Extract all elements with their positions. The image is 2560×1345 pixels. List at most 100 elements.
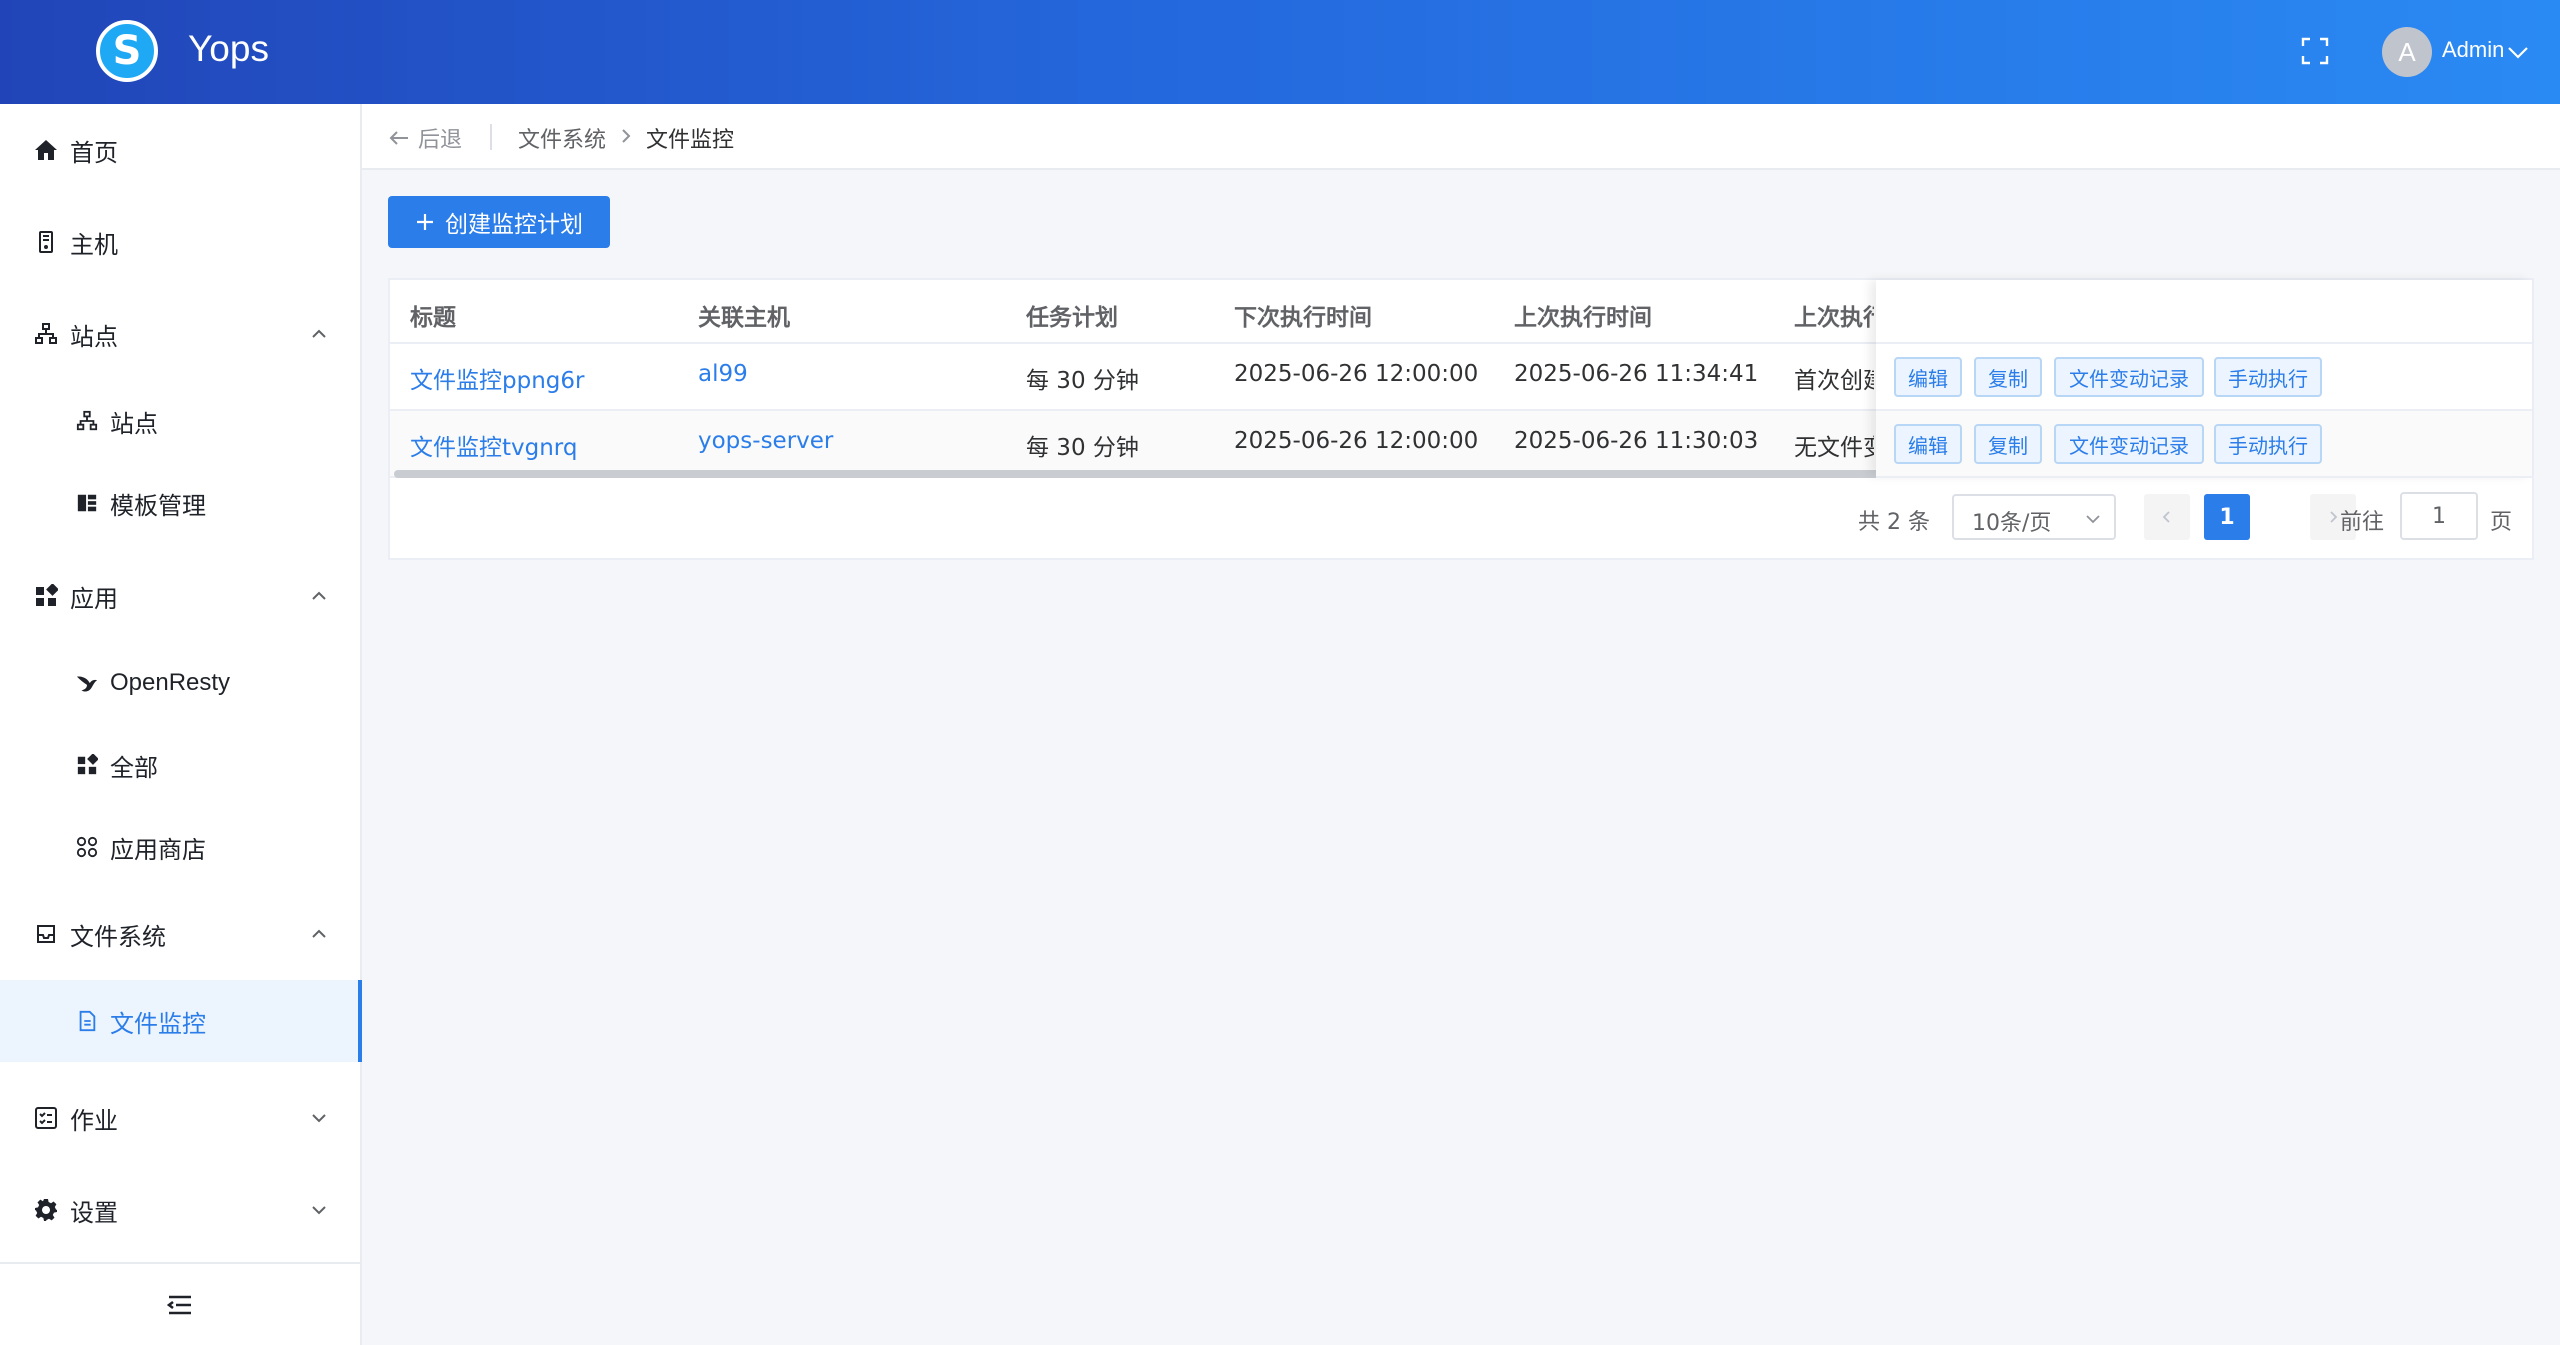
page-number-current[interactable]: 1 — [2204, 494, 2250, 540]
sidebar-item-label: OpenResty — [110, 669, 231, 696]
copy-button[interactable]: 复制 — [1974, 357, 2042, 397]
sidebar-item-label: 站点 — [70, 322, 118, 351]
row-schedule: 每 30 分钟 — [1026, 435, 1139, 461]
sidebar-item-all-apps[interactable]: 全部 — [0, 724, 360, 806]
back-button[interactable]: 后退 — [388, 122, 462, 154]
logo-glyph: S — [112, 28, 142, 74]
prev-page-button[interactable] — [2144, 494, 2190, 540]
column-header-title: 标题 — [410, 305, 456, 331]
chevron-down-icon — [312, 1206, 326, 1215]
table-row-actions: 编辑 复制 文件变动记录 手动执行 — [1876, 411, 2532, 478]
sidebar-item-label: 文件系统 — [70, 922, 166, 951]
chevron-right-icon — [2330, 511, 2338, 523]
column-header-last-result: 上次执行 — [1794, 305, 1874, 331]
sidebar-item-site-list[interactable]: 站点 — [0, 380, 360, 462]
sidebar-item-label: 站点 — [110, 409, 158, 438]
breadcrumb-item-filesystem[interactable]: 文件系统 — [518, 122, 606, 154]
copy-button[interactable]: 复制 — [1974, 424, 2042, 464]
arrow-left-icon — [389, 131, 408, 145]
gear-icon — [35, 1199, 57, 1221]
file-change-records-button[interactable]: 文件变动记录 — [2054, 357, 2204, 397]
sitemap-icon — [35, 323, 57, 344]
row-host-link[interactable]: yops-server — [698, 428, 833, 454]
home-icon — [35, 140, 57, 160]
plus-icon — [417, 214, 433, 230]
document-icon — [79, 1010, 96, 1032]
sidebar-item-app-store[interactable]: 应用商店 — [0, 806, 360, 888]
goto-page-input[interactable] — [2400, 492, 2478, 540]
sitemap-icon — [76, 410, 98, 431]
sidebar-item-home[interactable]: 首页 — [0, 104, 360, 196]
inbox-icon — [37, 925, 55, 943]
sidebar-item-label: 全部 — [110, 753, 158, 782]
sidebar-item-settings[interactable]: 设置 — [0, 1164, 360, 1256]
breadcrumb: 后退 文件系统 文件监控 — [362, 104, 2560, 170]
sidebar-item-app[interactable]: 应用 — [0, 550, 360, 642]
row-next-run: 2025-06-26 12:00:00 — [1234, 361, 1479, 387]
top-header: S Yops A Admin — [0, 0, 2560, 104]
back-label: 后退 — [418, 128, 463, 153]
page-size-value: 10条/页 — [1972, 511, 2052, 536]
apps-grid-icon — [77, 754, 98, 775]
store-icon — [76, 836, 98, 858]
actions-column-header — [1876, 280, 2532, 344]
sidebar-item-host[interactable]: 主机 — [0, 196, 360, 288]
row-last-run: 2025-06-26 11:34:41 — [1514, 361, 1759, 387]
chevron-up-icon — [312, 329, 326, 338]
column-header-last-run: 上次执行时间 — [1514, 305, 1652, 331]
sidebar-item-label: 模板管理 — [110, 491, 206, 520]
row-last-run: 2025-06-26 11:30:03 — [1514, 428, 1759, 454]
pagination-total: 共 2 条 — [1858, 510, 1930, 535]
template-icon — [77, 494, 97, 512]
chevron-right-icon — [622, 129, 631, 143]
sidebar-item-label: 应用商店 — [110, 835, 206, 864]
sidebar-item-label: 设置 — [70, 1198, 118, 1227]
sidebar-item-label: 主机 — [70, 230, 118, 259]
breadcrumb-item-current: 文件监控 — [646, 128, 735, 153]
table-horizontal-scrollbar[interactable] — [394, 470, 2058, 478]
table-row-actions: 编辑 复制 文件变动记录 手动执行 — [1876, 344, 2532, 411]
row-last-result: 无文件变动 — [1794, 435, 1874, 461]
server-icon — [39, 231, 53, 253]
sidebar-item-file-monitor[interactable]: 文件监控 — [0, 980, 362, 1062]
column-header-schedule: 任务计划 — [1026, 305, 1118, 331]
app-logo[interactable]: S — [96, 20, 158, 82]
fullscreen-icon[interactable] — [2300, 36, 2330, 66]
app-title: Yops — [188, 28, 269, 69]
row-title-link[interactable]: 文件监控ppng6r — [410, 361, 584, 395]
collapse-sidebar-button[interactable] — [0, 1262, 360, 1345]
user-name[interactable]: Admin — [2442, 37, 2504, 63]
create-button-label: 创建监控计划 — [445, 212, 583, 238]
row-next-run: 2025-06-26 12:00:00 — [1234, 428, 1479, 454]
actions-fixed-column: 编辑 复制 文件变动记录 手动执行 编辑 复制 文件变动记录 手动执行 — [1876, 280, 2532, 478]
user-avatar[interactable]: A — [2382, 27, 2432, 77]
checklist-icon — [35, 1107, 57, 1129]
monitor-table: 标题 关联主机 任务计划 下次执行时间 上次执行时间 上次执行 文件监控ppng… — [388, 278, 2534, 560]
sidebar-item-template[interactable]: 模板管理 — [0, 462, 360, 544]
goto-label: 前往 — [2340, 510, 2385, 535]
sidebar-item-label: 首页 — [70, 138, 118, 167]
edit-button[interactable]: 编辑 — [1894, 424, 1962, 464]
row-last-result: 首次创建 — [1794, 368, 1874, 394]
collapse-menu-icon — [167, 1295, 191, 1314]
chevron-down-icon[interactable] — [2506, 40, 2530, 64]
goto-suffix: 页 — [2490, 510, 2513, 535]
sidebar-item-label: 应用 — [70, 584, 118, 613]
sidebar-item-openresty[interactable]: OpenResty — [0, 642, 360, 724]
file-change-records-button[interactable]: 文件变动记录 — [2054, 424, 2204, 464]
sidebar-item-label: 文件监控 — [110, 1009, 206, 1038]
row-schedule: 每 30 分钟 — [1026, 368, 1139, 394]
sidebar: 首页 主机 站点 站点 模板管理 应用 OpenResty 全部 应用商店 文件… — [0, 104, 362, 1345]
sidebar-item-job[interactable]: 作业 — [0, 1072, 360, 1164]
column-header-host: 关联主机 — [698, 305, 790, 331]
chevron-up-icon — [312, 929, 326, 938]
edit-button[interactable]: 编辑 — [1894, 357, 1962, 397]
sidebar-item-filesystem[interactable]: 文件系统 — [0, 888, 360, 980]
page-size-select[interactable]: 10条/页 — [1952, 494, 2116, 540]
manual-run-button[interactable]: 手动执行 — [2214, 357, 2322, 397]
sidebar-item-site[interactable]: 站点 — [0, 288, 360, 380]
manual-run-button[interactable]: 手动执行 — [2214, 424, 2322, 464]
create-monitor-plan-button[interactable]: 创建监控计划 — [388, 196, 610, 248]
row-host-link[interactable]: al99 — [698, 361, 748, 387]
row-title-link[interactable]: 文件监控tvgnrq — [410, 428, 577, 462]
